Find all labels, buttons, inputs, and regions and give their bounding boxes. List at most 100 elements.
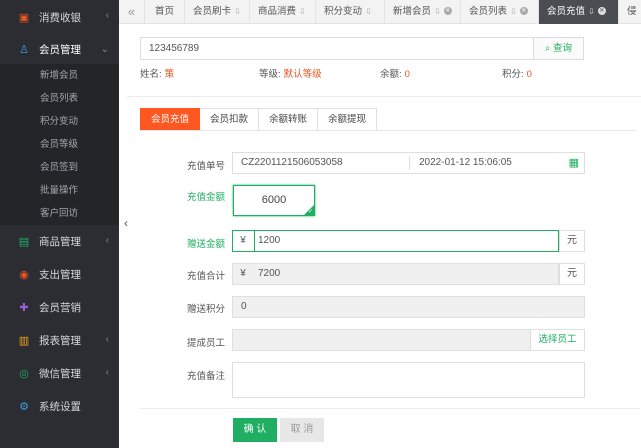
unit-label: 元 [559,230,585,252]
close-icon[interactable]: ✕ [443,7,452,16]
bonus-amount-label: 赠送金额 [186,239,225,250]
divider [409,156,410,170]
member-points: 积分: 0 [502,66,532,80]
settings-icon: ⚙ [19,401,29,413]
sidebar-item-member-level[interactable]: 会员等级 [0,133,119,156]
menu-marketing[interactable]: ✚ 会员营销 [0,291,119,324]
menu-label: 微信管理 [39,368,81,380]
member-search-input[interactable] [141,38,521,59]
name-value: 策 [164,69,175,80]
order-no-field: CZ2201121506053058 2022-01-12 15:06:05 ▦ [232,152,585,174]
level-value: 默认等级 [283,69,322,80]
sidebar-item-checkin[interactable]: 会员签到 [0,156,119,179]
note-label: 充值备注 [186,371,225,382]
points-value: 0 [526,69,532,80]
tab-points-change[interactable]: 积分变动 ⇩ [316,0,385,24]
user-icon: ♙ [19,43,29,56]
bonus-amount-field[interactable]: ¥ 1200 [232,230,559,252]
expense-icon: ◉ [19,269,29,281]
pin-icon: ⇩ [510,7,517,16]
tab-label: 会员列表 [469,6,508,17]
staff-field[interactable]: 选择员工 [232,329,585,351]
close-icon[interactable]: ✕ [597,7,606,16]
collapse-sidebar-icon[interactable]: ‹ [119,210,133,236]
tab-label: 首页 [155,6,175,17]
tab-label: 积分变动 [324,6,363,17]
check-icon: ✓ [307,209,313,215]
cancel-button[interactable]: 取 消 [280,418,324,442]
member-search-box: ⌕ 查询 [140,37,584,60]
menu-label: 系统设置 [39,401,81,413]
sidebar-item-member-list[interactable]: 会员列表 [0,87,119,110]
sidebar-item-batch[interactable]: 批量操作 [0,179,119,202]
tab-member-card[interactable]: 会员刷卡 ⇩ [185,0,250,24]
level-label: 等级: [259,69,281,80]
menu-settings[interactable]: ⚙ 系统设置 [0,390,119,423]
tab-recharge[interactable]: 会员充值 [140,108,201,131]
tab-scroll-left-icon[interactable]: « [119,0,145,24]
order-no-label: 充值单号 [186,161,225,172]
tab-transfer[interactable]: 余额转账 [259,108,319,131]
menu-wechat[interactable]: ◎ 微信管理 ‹ [0,357,119,390]
menu-expense[interactable]: ◉ 支出管理 [0,258,119,291]
menu-label: 报表管理 [39,335,81,347]
amount-label: 充值金额 [186,192,225,203]
calendar-icon[interactable]: ▦ [569,153,579,173]
menu-cashier[interactable]: ▣ 消费收银 ‹ [0,0,119,34]
total-label: 充值合计 [186,271,225,282]
balance-value: 0 [404,69,410,80]
chevron-left-icon: ‹ [105,10,109,21]
member-name: 姓名: 策 [140,66,174,80]
tab-withdraw[interactable]: 余额提现 [318,108,378,131]
chevron-left-icon: ‹ [105,334,109,345]
unit-label: 元 [559,263,585,285]
tab-label: 商品消费 [258,6,297,17]
tab-deduct[interactable]: 会员扣款 [200,108,260,131]
bonus-points-label: 赠送积分 [186,304,225,315]
pin-icon: ⇩ [234,7,241,16]
tab-label: 会员充值 [547,6,586,17]
select-staff-button[interactable]: 选择员工 [530,330,584,350]
pin-icon: ⇩ [588,7,595,16]
menu-goods[interactable]: ▤ 商品管理 ‹ [0,225,119,258]
amount-option-selected[interactable]: 6000 ✓ [233,185,315,216]
tab-label: 侵 [627,6,637,17]
member-submenu: 新增会员 会员列表 积分变动 会员等级 会员签到 批量操作 客户回访 [0,64,119,225]
close-icon[interactable]: ✕ [519,7,528,16]
search-button-label: 查询 [552,43,572,54]
divider [140,130,636,131]
sidebar-item-add-member[interactable]: 新增会员 [0,64,119,87]
menu-label: 消费收银 [39,11,81,24]
points-label: 积分: [502,69,524,80]
tab-goods-consume[interactable]: 商品消费 ⇩ [250,0,316,24]
tab-label: 新增会员 [393,6,432,17]
sidebar-item-points-change[interactable]: 积分变动 [0,110,119,133]
receipt-icon: ▣ [18,11,30,24]
total-value: 7200 [258,268,281,279]
order-no-value: CZ2201121506053058 [241,157,343,168]
pin-icon: ⇩ [299,7,306,16]
recharge-subtabs: 会员充值 会员扣款 余额转账 余额提现 [140,108,378,131]
note-textarea[interactable] [232,362,585,398]
tab-add-member[interactable]: 新增会员 ⇩ ✕ [385,0,461,24]
search-button[interactable]: ⌕ 查询 [533,38,583,59]
currency-symbol: ¥ [240,235,246,246]
sidebar-item-revisit[interactable]: 客户回访 [0,202,119,225]
divider [127,96,641,97]
bonus-points-field: 0 [232,296,585,318]
confirm-button[interactable]: 确 认 [233,418,277,442]
tab-home[interactable]: 首页 [147,0,185,24]
staff-label: 提成员工 [186,338,225,349]
tab-member-recharge[interactable]: 会员充值 ⇩ ✕ [539,0,619,24]
menu-member[interactable]: ♙ 会员管理 ⌄ [0,34,119,64]
goods-icon: ▤ [18,236,30,248]
order-time-value[interactable]: 2022-01-12 15:06:05 [419,153,512,173]
search-icon: ⌕ [545,43,551,54]
pin-icon: ⇩ [365,7,372,16]
menu-label: 会员管理 [39,43,81,56]
menu-report[interactable]: ▥ 报表管理 ‹ [0,324,119,357]
tab-member-list[interactable]: 会员列表 ⇩ ✕ [461,0,539,24]
tab-overflow[interactable]: 侵 [619,0,641,24]
chevron-left-icon: ‹ [105,235,109,246]
balance-label: 余额: [380,69,402,80]
